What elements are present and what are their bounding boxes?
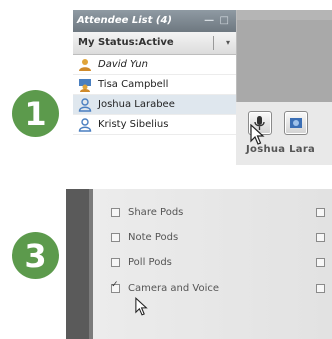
attendee-row[interactable]: Joshua Larabee <box>73 95 236 115</box>
presenter-icon <box>78 78 92 92</box>
column2-checkbox[interactable] <box>316 233 325 242</box>
participant-icon <box>78 97 92 112</box>
attendee-name: Joshua Larabee <box>98 99 175 110</box>
note-pods-option[interactable]: Note Pods <box>111 232 178 243</box>
mouse-cursor-icon <box>135 297 148 316</box>
stage-area <box>236 10 332 102</box>
camera-and-voice-option[interactable]: Camera and Voice <box>111 280 220 294</box>
participant-icon <box>78 117 92 132</box>
option-label: Note Pods <box>128 232 179 243</box>
share-pods-checkbox[interactable] <box>111 208 120 217</box>
option-label: Share Pods <box>128 207 184 218</box>
attendee-screenshot-panel: Attendee List (4) — □ My Status:Active ▾… <box>73 10 332 165</box>
option-label: Camera and Voice <box>128 283 220 294</box>
my-status-label: My Status:Active <box>78 37 174 48</box>
my-status-dropdown[interactable]: My Status:Active ▾ <box>73 32 236 55</box>
attendee-row[interactable]: David Yun <box>73 55 236 75</box>
share-pods-option[interactable]: Share Pods <box>111 207 183 218</box>
pod-title: Attendee List (4) <box>77 15 172 26</box>
camera-button[interactable] <box>284 111 308 135</box>
attendee-name: Tisa Campbell <box>98 79 169 90</box>
pod-title-bar: Attendee List (4) — □ <box>73 10 236 32</box>
pod-options-panel: Share Pods Note Pods Poll Pods Camera an… <box>66 189 332 339</box>
attendee-row[interactable]: Tisa Campbell <box>73 75 236 95</box>
column2-checkbox[interactable] <box>316 258 325 267</box>
attendee-row[interactable]: Kristy Sibelius <box>73 115 236 135</box>
pod-window-controls[interactable]: — □ <box>204 10 230 32</box>
column2-checkbox[interactable] <box>316 208 325 217</box>
poll-pods-option[interactable]: Poll Pods <box>111 257 172 268</box>
step-badge-3: 3 <box>12 232 59 279</box>
chevron-down-icon[interactable]: ▾ <box>226 32 230 54</box>
microphone-icon <box>254 116 265 130</box>
attendee-name: Kristy Sibelius <box>98 119 169 130</box>
step-badge-1: 1 <box>12 90 59 137</box>
attendee-name: David Yun <box>98 59 148 70</box>
attendee-list-pod: Attendee List (4) — □ My Status:Active ▾… <box>73 10 237 165</box>
poll-pods-checkbox[interactable] <box>111 258 120 267</box>
column2-checkbox[interactable] <box>316 284 325 293</box>
option-label: Poll Pods <box>128 257 172 268</box>
user-controls: Joshua Lara <box>236 102 332 165</box>
microphone-button[interactable] <box>248 111 272 135</box>
host-icon <box>78 58 92 72</box>
selected-user-name: Joshua Lara <box>246 144 316 155</box>
camera-icon <box>290 118 302 128</box>
camera-and-voice-checkbox[interactable] <box>111 280 120 293</box>
note-pods-checkbox[interactable] <box>111 233 120 242</box>
